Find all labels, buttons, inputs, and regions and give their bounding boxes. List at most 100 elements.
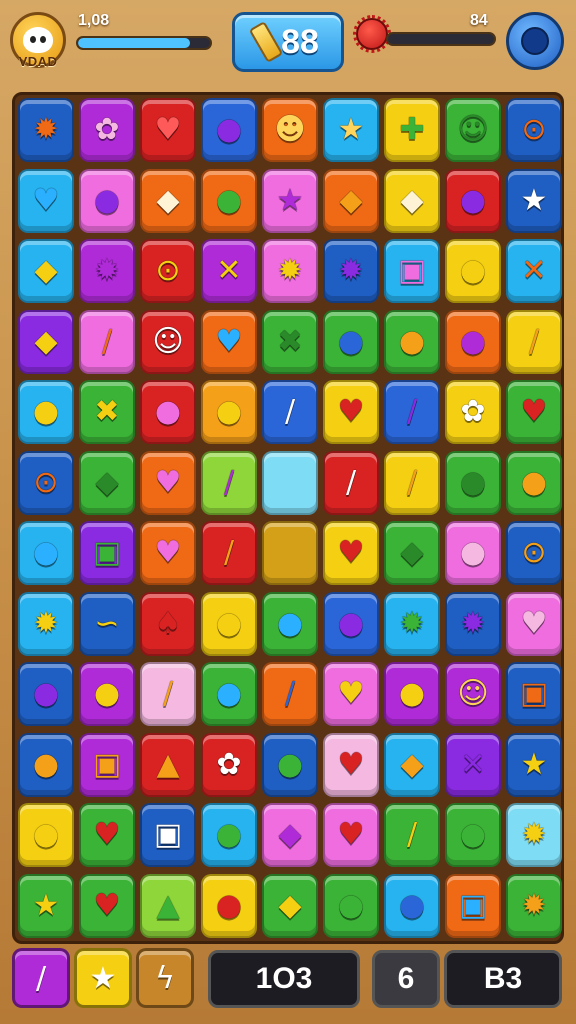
tile-r8-c2[interactable]: ∽ xyxy=(79,591,135,656)
tile-r3-c9[interactable]: ✕ xyxy=(506,239,562,303)
tile-r5-c7[interactable]: / xyxy=(384,380,440,444)
tile-r7-c3[interactable]: ♥ xyxy=(140,521,196,585)
tile-r11-c5[interactable]: ◆ xyxy=(262,803,318,867)
tile-r2-c5[interactable]: ★ xyxy=(262,168,318,233)
booster-star-button[interactable]: ★ xyxy=(74,948,132,1008)
tile-r3-c2[interactable]: ✹ xyxy=(79,239,135,303)
tile-r1-c6[interactable]: ★ xyxy=(323,98,379,162)
tile-r6-c1[interactable]: ⊙ xyxy=(18,450,74,515)
tile-r9-c2[interactable]: ● xyxy=(79,662,135,726)
tile-r9-c7[interactable]: ● xyxy=(384,662,440,726)
tile-r8-c4[interactable]: ● xyxy=(201,591,257,656)
tile-r4-c9[interactable]: / xyxy=(506,309,562,374)
tile-r2-c1[interactable]: ♥ xyxy=(18,168,74,233)
tile-r2-c2[interactable]: ● xyxy=(79,168,135,233)
tile-r12-c5[interactable]: ◆ xyxy=(262,873,318,938)
tile-r8-c5[interactable]: ● xyxy=(262,591,318,656)
tile-r5-c2[interactable]: ✖ xyxy=(79,380,135,444)
tile-r6-c8[interactable]: ● xyxy=(445,450,501,515)
tile-r10-c6[interactable]: ♥ xyxy=(323,732,379,797)
tile-r4-c8[interactable]: ● xyxy=(445,309,501,374)
tile-r1-c4[interactable]: ● xyxy=(201,98,257,162)
tile-r2-c3[interactable]: ◆ xyxy=(140,168,196,233)
tile-r4-c3[interactable]: ☺ xyxy=(140,309,196,374)
tile-r12-c3[interactable]: ▲ xyxy=(140,873,196,938)
tile-r11-c7[interactable]: / xyxy=(384,803,440,867)
tile-r7-c4[interactable]: / xyxy=(201,521,257,585)
tile-r9-c3[interactable]: / xyxy=(140,662,196,726)
tile-r1-c3[interactable]: ♥ xyxy=(140,98,196,162)
tile-r7-c9[interactable]: ⊙ xyxy=(506,521,562,585)
tile-r12-c4[interactable]: ● xyxy=(201,873,257,938)
tile-r7-c2[interactable]: ▣ xyxy=(79,521,135,585)
tile-r12-c6[interactable]: ● xyxy=(323,873,379,938)
tile-r9-c8[interactable]: ☺ xyxy=(445,662,501,726)
tile-r1-c2[interactable]: ✿ xyxy=(79,98,135,162)
tile-r7-c7[interactable]: ◆ xyxy=(384,521,440,585)
tile-r10-c8[interactable]: ✕ xyxy=(445,732,501,797)
tile-r6-c6[interactable]: / xyxy=(323,450,379,515)
tile-r11-c8[interactable]: ● xyxy=(445,803,501,867)
tile-r10-c4[interactable]: ✿ xyxy=(201,732,257,797)
tile-r7-c5[interactable] xyxy=(262,521,318,585)
tile-r1-c8[interactable]: ☺ xyxy=(445,98,501,162)
tile-r3-c4[interactable]: ✕ xyxy=(201,239,257,303)
tile-r4-c6[interactable]: ● xyxy=(323,309,379,374)
tile-r5-c9[interactable]: ♥ xyxy=(506,380,562,444)
tile-r1-c7[interactable]: ✚ xyxy=(384,98,440,162)
tile-r9-c4[interactable]: ● xyxy=(201,662,257,726)
tile-r11-c3[interactable]: ▣ xyxy=(140,803,196,867)
blue-orb-icon[interactable] xyxy=(506,12,564,70)
tile-r4-c2[interactable]: / xyxy=(79,309,135,374)
tile-r6-c7[interactable]: / xyxy=(384,450,440,515)
tile-r10-c7[interactable]: ◆ xyxy=(384,732,440,797)
tile-r5-c4[interactable]: ● xyxy=(201,380,257,444)
tile-r4-c1[interactable]: ◆ xyxy=(18,309,74,374)
tile-r2-c4[interactable]: ● xyxy=(201,168,257,233)
tile-r12-c2[interactable]: ♥ xyxy=(79,873,135,938)
tile-r9-c6[interactable]: ♥ xyxy=(323,662,379,726)
tile-r10-c9[interactable]: ★ xyxy=(506,732,562,797)
tile-r7-c1[interactable]: ● xyxy=(18,521,74,585)
booster-lightning-button[interactable]: ϟ xyxy=(136,948,194,1008)
tile-r8-c9[interactable]: ♥ xyxy=(506,591,562,656)
tile-r9-c9[interactable]: ▣ xyxy=(506,662,562,726)
tile-r10-c2[interactable]: ▣ xyxy=(79,732,135,797)
tile-r6-c3[interactable]: ♥ xyxy=(140,450,196,515)
tile-r12-c8[interactable]: ▣ xyxy=(445,873,501,938)
tile-r8-c7[interactable]: ✹ xyxy=(384,591,440,656)
tile-r10-c1[interactable]: ● xyxy=(18,732,74,797)
tile-r12-c1[interactable]: ★ xyxy=(18,873,74,938)
tile-r2-c6[interactable]: ◆ xyxy=(323,168,379,233)
tile-r1-c5[interactable]: ☻ xyxy=(262,98,318,162)
tile-r8-c1[interactable]: ✹ xyxy=(18,591,74,656)
tile-r10-c5[interactable]: ● xyxy=(262,732,318,797)
tile-r9-c5[interactable]: / xyxy=(262,662,318,726)
booster-stick-button[interactable]: / xyxy=(12,948,70,1008)
tile-r2-c9[interactable]: ★ xyxy=(506,168,562,233)
tile-r5-c5[interactable]: / xyxy=(262,380,318,444)
tile-r4-c7[interactable]: ● xyxy=(384,309,440,374)
tile-r2-c7[interactable]: ◆ xyxy=(384,168,440,233)
tile-r11-c9[interactable]: ✹ xyxy=(506,803,562,867)
tile-r5-c8[interactable]: ✿ xyxy=(445,380,501,444)
tile-r7-c8[interactable]: ● xyxy=(445,521,501,585)
tile-r10-c3[interactable]: ▲ xyxy=(140,732,196,797)
tile-r3-c3[interactable]: ⊙ xyxy=(140,239,196,303)
tile-r3-c5[interactable]: ✹ xyxy=(262,239,318,303)
tile-r8-c3[interactable]: ♠ xyxy=(140,591,196,656)
tile-r12-c7[interactable]: ● xyxy=(384,873,440,938)
tile-r5-c1[interactable]: ● xyxy=(18,380,74,444)
tile-r4-c5[interactable]: ✖ xyxy=(262,309,318,374)
tile-r5-c6[interactable]: ♥ xyxy=(323,380,379,444)
tile-r11-c4[interactable]: ● xyxy=(201,803,257,867)
tile-r1-c9[interactable]: ⊙ xyxy=(506,98,562,162)
tile-r6-c4[interactable]: / xyxy=(201,450,257,515)
tile-r1-c1[interactable]: ✹ xyxy=(18,98,74,162)
tile-r5-c3[interactable]: ● xyxy=(140,380,196,444)
tile-r3-c8[interactable]: ● xyxy=(445,239,501,303)
tile-r11-c2[interactable]: ♥ xyxy=(79,803,135,867)
tile-r2-c8[interactable]: ● xyxy=(445,168,501,233)
tile-r7-c6[interactable]: ♥ xyxy=(323,521,379,585)
tile-r11-c1[interactable]: ● xyxy=(18,803,74,867)
